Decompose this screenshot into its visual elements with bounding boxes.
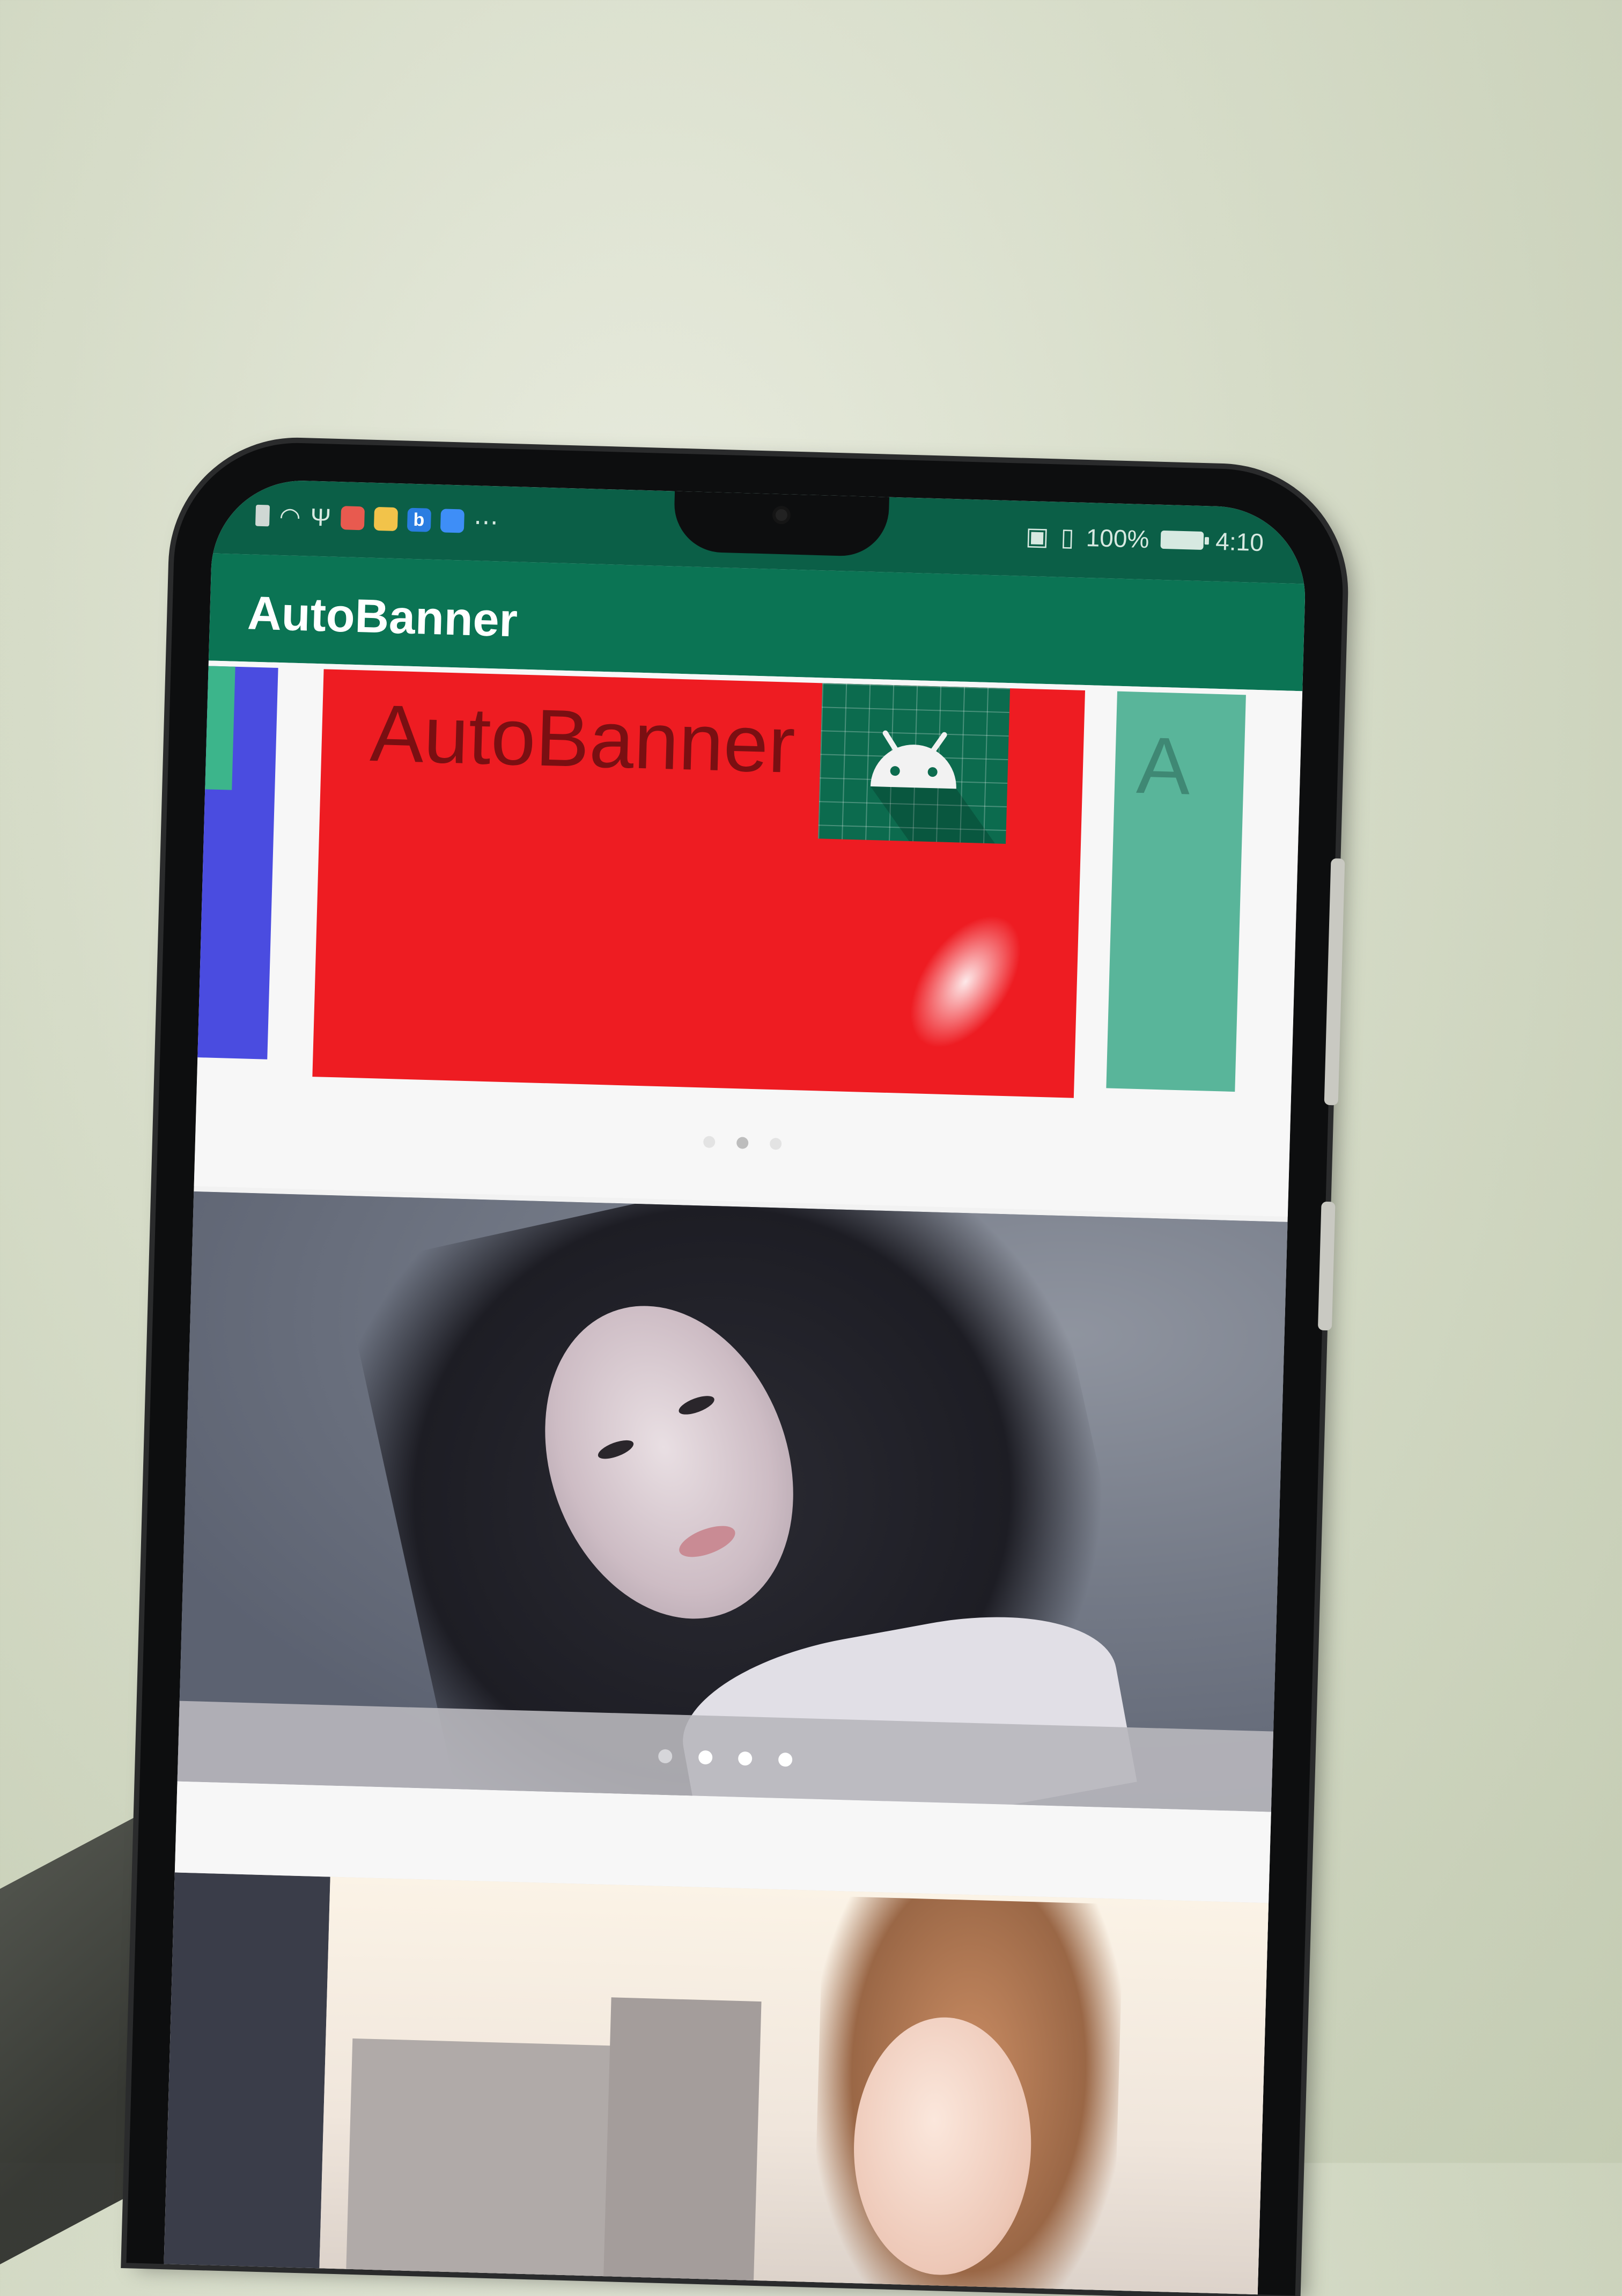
android-robot-icon bbox=[870, 730, 995, 844]
android-logo-tile bbox=[818, 683, 1011, 844]
indicator-dot[interactable] bbox=[738, 1751, 753, 1766]
status-icons-left: ◠ Ψ b ⋯ bbox=[255, 501, 499, 537]
power-button bbox=[1324, 858, 1345, 1106]
banner-carousel-3[interactable] bbox=[164, 1872, 1280, 2295]
vibrate-icon: ▯ bbox=[1060, 523, 1075, 551]
indicator-dot-active[interactable] bbox=[698, 1750, 713, 1765]
notification-app-icon bbox=[373, 506, 398, 532]
banner-slide-text: AutoBanner bbox=[368, 687, 797, 790]
volume-button bbox=[1317, 1201, 1336, 1331]
sim-icon bbox=[255, 504, 270, 527]
photo-lips bbox=[675, 1519, 739, 1564]
banner-slide-previous[interactable] bbox=[164, 1872, 330, 2295]
phone-device: ◠ Ψ b ⋯ ▣ ▯ 100% 4:10 AutoBanner AutoBan… bbox=[126, 439, 1346, 2296]
status-icons-right: ▣ ▯ 100% 4:10 bbox=[1025, 521, 1264, 557]
photo-eye bbox=[595, 1436, 636, 1463]
app-title: AutoBanner bbox=[247, 586, 519, 647]
battery-icon bbox=[1160, 530, 1204, 550]
photo-eye bbox=[676, 1392, 717, 1418]
clock: 4:10 bbox=[1215, 527, 1264, 557]
indicator-dot[interactable] bbox=[778, 1752, 793, 1767]
next-slide-text: A bbox=[1135, 719, 1192, 812]
wifi-icon: ◠ bbox=[278, 502, 301, 531]
indicator-dot[interactable] bbox=[770, 1137, 782, 1150]
banner-slide-next[interactable]: A bbox=[1106, 691, 1246, 1092]
notification-app-icon bbox=[440, 509, 465, 533]
nfc-icon: ▣ bbox=[1025, 521, 1050, 551]
notification-app-icon: b bbox=[407, 507, 431, 532]
more-notifications-icon: ⋯ bbox=[473, 507, 499, 536]
display-notch bbox=[673, 491, 889, 557]
notification-app-icon bbox=[340, 506, 365, 531]
usb-icon: Ψ bbox=[309, 503, 331, 532]
front-camera bbox=[775, 509, 788, 521]
banner-slide-previous-accent bbox=[194, 665, 235, 790]
photo-building bbox=[602, 1997, 762, 2295]
indicator-dot[interactable] bbox=[658, 1749, 673, 1764]
battery-percentage: 100% bbox=[1086, 523, 1150, 554]
banner-carousel-1[interactable]: AutoBanner A bbox=[187, 660, 1303, 1217]
indicator-dot-active[interactable] bbox=[736, 1137, 749, 1149]
banner-1-indicator bbox=[195, 1122, 1289, 1167]
phone-screen: ◠ Ψ b ⋯ ▣ ▯ 100% 4:10 AutoBanner AutoBan… bbox=[164, 478, 1308, 2295]
indicator-dot[interactable] bbox=[703, 1136, 716, 1149]
